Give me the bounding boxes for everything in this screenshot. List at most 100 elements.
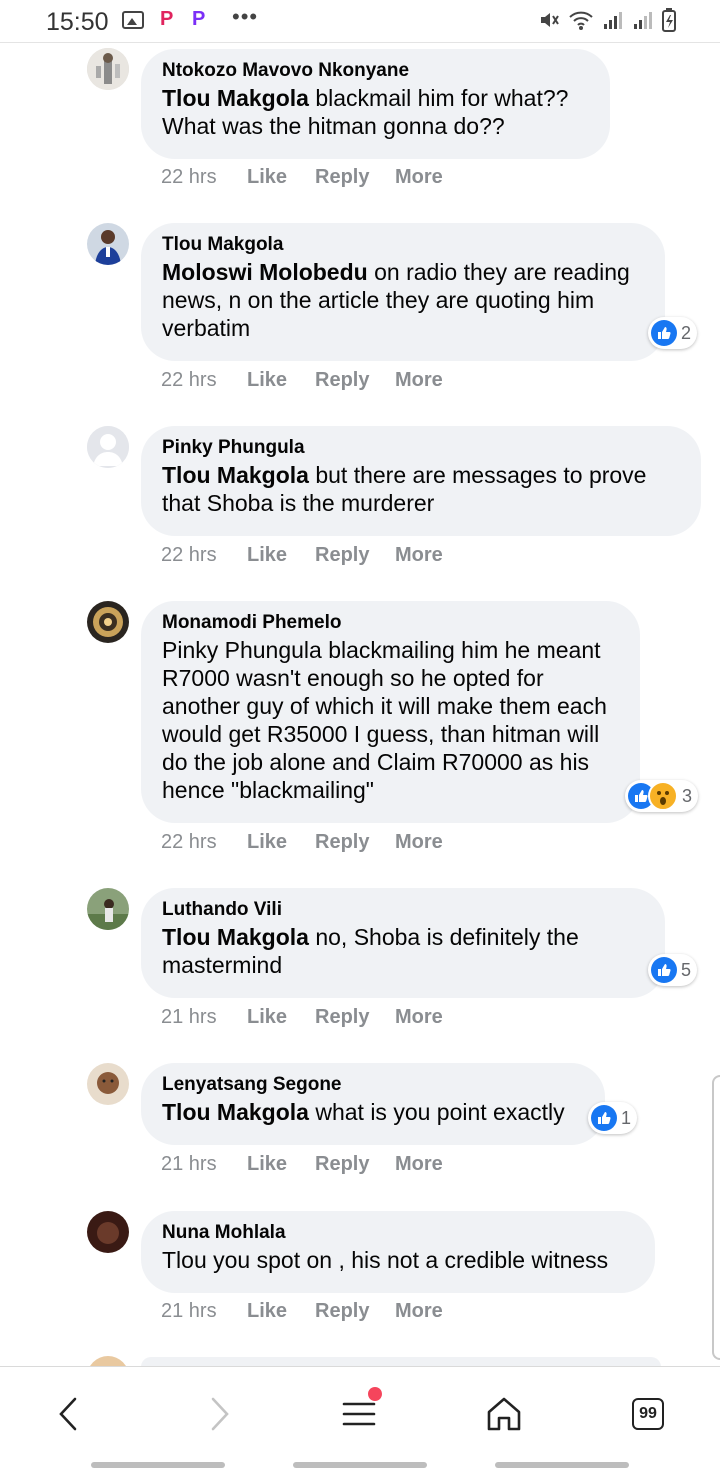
picsart-p-icon: P [192,8,206,30]
battery-charging-icon [662,8,676,32]
comment-author[interactable]: Ntokozo Mavovo Nkonyane [162,58,590,84]
comment-time[interactable]: 22 hrs [161,369,247,392]
home-button[interactable] [479,1389,529,1439]
like-button[interactable]: Like [247,1006,315,1029]
reaction-summary[interactable]: 2 [648,317,698,349]
more-button[interactable]: More [395,1153,443,1176]
wifi-icon [569,11,593,30]
comment-mention[interactable]: Tlou Makgola [162,1099,309,1125]
reaction-summary[interactable]: 1 [588,1102,638,1134]
like-button[interactable]: Like [247,1153,315,1176]
forward-icon [211,1397,229,1431]
avatar[interactable] [87,1211,129,1253]
comment-author[interactable]: Nuna Mohlala [162,1220,635,1246]
comment-time[interactable]: 22 hrs [161,544,247,567]
mute-icon [541,13,559,27]
like-button[interactable]: Like [247,166,315,189]
more-button[interactable]: More [395,1300,443,1323]
scroll-indicator[interactable] [712,1075,720,1360]
reply-button[interactable]: Reply [315,166,395,189]
reply-button[interactable]: Reply [315,1300,395,1323]
like-button[interactable]: Like [247,369,315,392]
comment-text: Tlou you spot on , his not a credible wi… [162,1247,609,1273]
comment-bubble[interactable]: Lenyatsang Segone Tlou Makgola what is y… [141,1063,605,1145]
comment-actions: 22 hrs Like Reply More [161,831,443,854]
comment-time[interactable]: 21 hrs [161,1006,247,1029]
signal-icon [604,12,622,29]
gallery-icon [122,11,144,29]
pinterest-like-p-icon: P [160,8,174,30]
comment-actions: 21 hrs Like Reply More [161,1300,443,1323]
comment-text: Pinky Phungula blackmailing him he meant… [162,637,607,803]
comment-time[interactable]: 21 hrs [161,1300,247,1323]
more-button[interactable]: More [395,166,443,189]
avatar[interactable] [87,888,129,930]
reply-button[interactable]: Reply [315,1153,395,1176]
comment-author[interactable]: Pinky Phungula [162,435,681,461]
comment-bubble[interactable]: Pinky Phungula Tlou Makgola but there ar… [141,426,701,536]
comment-text: Tlou Makgola no, Shoba is definitely the… [162,923,645,979]
avatar[interactable] [87,1063,129,1105]
like-reaction-icon [651,320,677,346]
notification-dot [368,1387,382,1401]
reaction-count: 3 [682,785,693,806]
gesture-bar-right[interactable] [495,1462,629,1468]
comment-mention[interactable]: Tlou Makgola [162,85,309,111]
avatar[interactable] [87,601,129,643]
status-time: 15:50 [46,8,109,36]
more-button[interactable]: More [395,831,443,854]
reaction-summary[interactable]: 5 [648,954,698,986]
signal-icon [634,12,652,29]
reaction-count: 5 [681,959,692,980]
comment-mention[interactable]: Tlou Makgola [162,462,309,488]
comment-time[interactable]: 21 hrs [161,1153,247,1176]
tabs-count: 99 [632,1398,664,1430]
comment-body: what is you point exactly [308,1099,565,1125]
status-icons-right [538,8,676,32]
comment-actions: 22 hrs Like Reply More [161,544,443,567]
more-dots-icon: ••• [232,4,259,29]
comment-text: Tlou Makgola what is you point exactly [162,1098,585,1126]
avatar[interactable] [87,223,129,265]
comment-text: Tlou Makgola blackmail him for what?? Wh… [162,84,590,140]
comment-actions: 21 hrs Like Reply More [161,1006,443,1029]
comment-text: Moloswi Molobedu on radio they are readi… [162,258,645,342]
gesture-bar-center[interactable] [293,1462,427,1468]
wow-reaction-icon [648,781,678,811]
more-button[interactable]: More [395,1006,443,1029]
more-button[interactable]: More [395,369,443,392]
reply-button[interactable]: Reply [315,1006,395,1029]
comment-bubble[interactable]: Luthando Vili Tlou Makgola no, Shoba is … [141,888,665,998]
comment-author[interactable]: Luthando Vili [162,897,645,923]
comment-author[interactable]: Lenyatsang Segone [162,1072,585,1098]
reply-button[interactable]: Reply [315,544,395,567]
like-button[interactable]: Like [247,544,315,567]
like-reaction-icon [591,1105,617,1131]
comment-actions: 22 hrs Like Reply More [161,166,443,189]
avatar[interactable] [87,48,129,90]
tabs-button[interactable]: 99 [623,1389,673,1439]
home-icon [487,1397,521,1431]
avatar[interactable] [87,426,129,468]
like-button[interactable]: Like [247,831,315,854]
menu-button[interactable] [334,1387,384,1439]
comment-author[interactable]: Monamodi Phemelo [162,610,620,636]
comment-bubble[interactable]: Ntokozo Mavovo Nkonyane Tlou Makgola bla… [141,49,610,159]
reaction-summary[interactable]: 3 [625,780,699,812]
more-button[interactable]: More [395,544,443,567]
comment-time[interactable]: 22 hrs [161,831,247,854]
forward-button[interactable] [194,1389,244,1439]
gesture-bar-left[interactable] [91,1462,225,1468]
comment-mention[interactable]: Moloswi Molobedu [162,259,368,285]
menu-icon [342,1402,376,1426]
comment-bubble[interactable]: Tlou Makgola Moloswi Molobedu on radio t… [141,223,665,361]
comment-author[interactable]: Tlou Makgola [162,232,645,258]
reply-button[interactable]: Reply [315,831,395,854]
comment-bubble[interactable]: Monamodi Phemelo Pinky Phungula blackmai… [141,601,640,823]
comment-mention[interactable]: Tlou Makgola [162,924,309,950]
comment-bubble[interactable]: Nuna Mohlala Tlou you spot on , his not … [141,1211,655,1293]
comment-time[interactable]: 22 hrs [161,166,247,189]
like-button[interactable]: Like [247,1300,315,1323]
back-button[interactable] [44,1389,94,1439]
reply-button[interactable]: Reply [315,369,395,392]
